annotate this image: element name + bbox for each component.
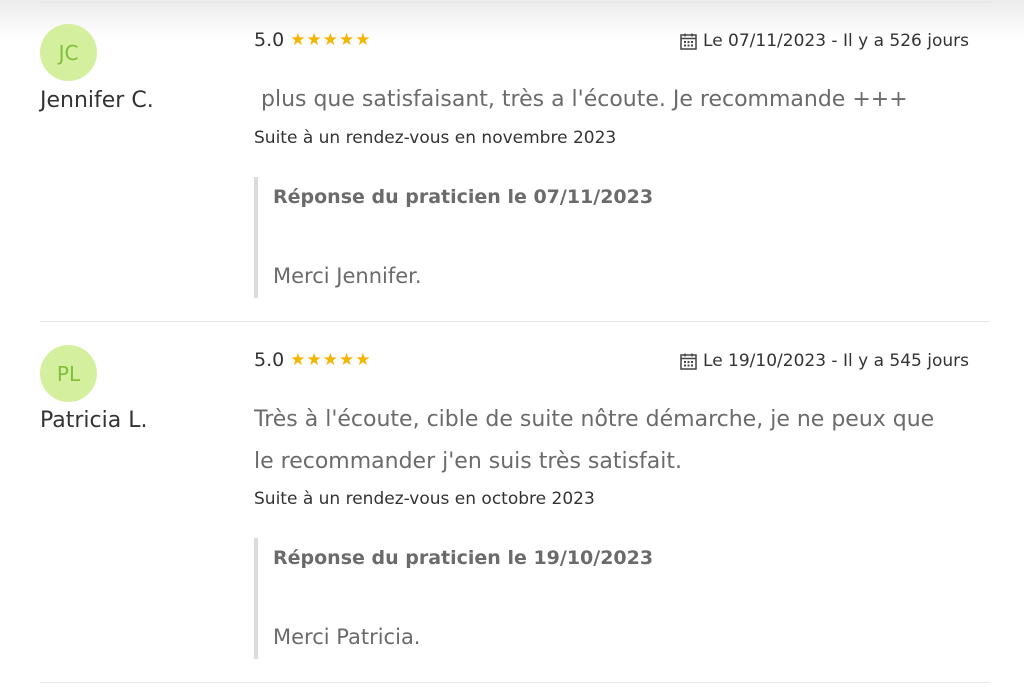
- calendar-icon: [680, 33, 697, 50]
- review-comment: Très à l'écoute, cible de suite nôtre dé…: [254, 407, 935, 474]
- rating-value: 5.0: [254, 29, 285, 51]
- review-context: Suite à un rendez-vous en octobre 2023: [254, 489, 595, 509]
- review-date-text: Le 19/10/2023 - Il y a 545 jours: [703, 351, 969, 371]
- review-date: Le 19/10/2023 - Il y a 545 jours: [680, 351, 969, 371]
- star-icon: ★: [355, 29, 371, 50]
- star-icon: ★: [306, 349, 322, 370]
- rating: 5.0 ★ ★ ★ ★ ★: [254, 349, 371, 371]
- avatar-initials: JC: [58, 40, 79, 65]
- reply-title: Réponse du praticien le 07/11/2023: [273, 186, 654, 208]
- reply-text: Merci Jennifer.: [273, 264, 422, 288]
- rating-value: 5.0: [254, 349, 285, 371]
- rating: 5.0 ★ ★ ★ ★ ★: [254, 29, 371, 51]
- practitioner-reply: Réponse du praticien le 19/10/2023 Merci…: [254, 538, 969, 659]
- rating-stars: ★ ★ ★ ★ ★: [290, 29, 371, 50]
- star-icon: ★: [306, 29, 322, 50]
- avatar: PL: [40, 345, 97, 402]
- divider: [40, 682, 990, 683]
- avatar-initials: PL: [56, 361, 81, 386]
- star-icon: ★: [322, 29, 338, 50]
- avatar: JC: [40, 24, 97, 81]
- rating-stars: ★ ★ ★ ★ ★: [290, 349, 371, 370]
- star-icon: ★: [355, 349, 371, 370]
- star-icon: ★: [338, 29, 355, 50]
- star-icon: ★: [290, 349, 306, 370]
- star-icon: ★: [322, 349, 338, 370]
- practitioner-reply: Réponse du praticien le 07/11/2023 Merci…: [254, 177, 969, 298]
- review-author: Jennifer C.: [40, 88, 154, 113]
- divider: [40, 321, 990, 322]
- review-date-text: Le 07/11/2023 - Il y a 526 jours: [703, 31, 969, 51]
- review-date: Le 07/11/2023 - Il y a 526 jours: [680, 31, 969, 51]
- review-comment: plus que satisfaisant, très a l'écoute. …: [254, 87, 908, 112]
- star-icon: ★: [338, 349, 355, 370]
- star-icon: ★: [290, 29, 306, 50]
- review-context: Suite à un rendez-vous en novembre 2023: [254, 128, 617, 148]
- reply-text: Merci Patricia.: [273, 625, 421, 649]
- divider-top: [40, 2, 990, 3]
- reply-title: Réponse du praticien le 19/10/2023: [273, 547, 654, 569]
- calendar-icon: [680, 353, 697, 370]
- review-author: Patricia L.: [40, 408, 148, 433]
